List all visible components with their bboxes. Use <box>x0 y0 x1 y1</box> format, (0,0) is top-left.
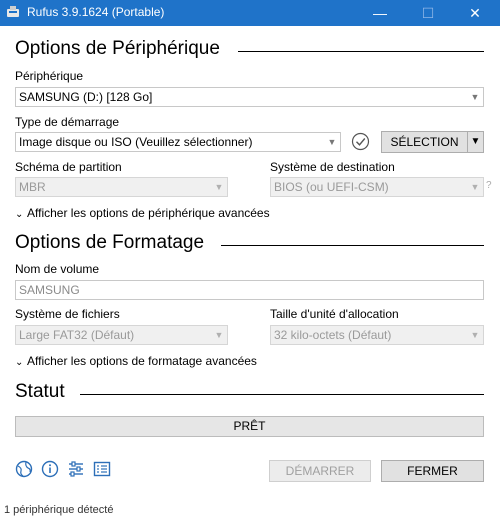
device-count-status: 1 périphérique détecté <box>4 504 114 516</box>
volume-name-input[interactable]: SAMSUNG <box>15 280 484 300</box>
target-system-value: BIOS (ou UEFI-CSM) <box>274 180 389 194</box>
section-divider <box>221 245 484 246</box>
status-heading: Statut <box>15 381 65 402</box>
start-button[interactable]: DÉMARRER <box>269 460 371 482</box>
device-options-heading: Options de Périphérique <box>15 38 220 59</box>
chevron-down-icon: ⌄ <box>15 209 24 220</box>
maximize-button[interactable]: ☐ <box>408 0 448 26</box>
rufus-app-icon <box>7 6 19 17</box>
device-advanced-toggle-label: Afficher les options de périphérique ava… <box>27 206 270 220</box>
log-icon[interactable] <box>93 460 111 478</box>
close-window-button[interactable]: ✕ <box>455 0 495 26</box>
partition-scheme-label: Schéma de partition <box>15 160 122 174</box>
chevron-down-icon: ▼ <box>214 182 224 192</box>
format-options-heading: Options de Formatage <box>15 232 205 253</box>
cluster-size-value: 32 kilo-octets (Défaut) <box>274 328 392 342</box>
target-system-label: Système de destination <box>270 160 395 174</box>
partition-scheme-select[interactable]: MBR ▼ <box>15 177 228 197</box>
close-button[interactable]: FERMER <box>381 460 484 482</box>
section-divider <box>80 394 484 395</box>
boot-type-select[interactable]: Image disque ou ISO (Veuillez sélectionn… <box>15 132 341 152</box>
volume-name-value: SAMSUNG <box>19 283 80 297</box>
device-advanced-toggle[interactable]: ⌄ Afficher les options de périphérique av… <box>15 206 270 220</box>
chevron-down-icon: ▼ <box>470 136 481 147</box>
cluster-size-label: Taille d'unité d'allocation <box>270 307 399 321</box>
file-system-select[interactable]: Large FAT32 (Défaut) ▼ <box>15 325 228 345</box>
section-divider <box>238 51 484 52</box>
cluster-size-select[interactable]: 32 kilo-octets (Défaut) ▼ <box>270 325 484 345</box>
target-system-select[interactable]: BIOS (ou UEFI-CSM) ▼ <box>270 177 484 197</box>
boot-type-value: Image disque ou ISO (Veuillez sélectionn… <box>19 135 253 149</box>
status-text: PRÊT <box>233 419 266 433</box>
sliders-icon[interactable] <box>67 460 85 478</box>
chevron-down-icon: ⌄ <box>15 357 24 368</box>
chevron-down-icon: ▼ <box>214 330 224 340</box>
globe-icon[interactable] <box>15 460 33 478</box>
chevron-down-icon: ▼ <box>327 137 337 147</box>
check-hash-icon[interactable] <box>351 132 370 151</box>
device-select[interactable]: SAMSUNG (D:) [128 Go] ▼ <box>15 87 484 107</box>
select-dropdown-button[interactable]: ▼ <box>467 131 484 153</box>
boot-type-label: Type de démarrage <box>15 115 120 129</box>
file-system-value: Large FAT32 (Défaut) <box>19 328 135 342</box>
info-icon[interactable] <box>41 460 59 478</box>
select-image-button[interactable]: SÉLECTION <box>381 131 468 153</box>
device-label: Périphérique <box>15 69 84 83</box>
partition-scheme-value: MBR <box>19 180 46 194</box>
file-system-label: Système de fichiers <box>15 307 120 321</box>
status-progress-bar: PRÊT <box>15 416 484 437</box>
device-select-value: SAMSUNG (D:) [128 Go] <box>19 90 153 104</box>
chevron-down-icon: ▼ <box>470 182 480 192</box>
minimize-button[interactable]: — <box>360 0 400 26</box>
chevron-down-icon: ▼ <box>470 92 480 102</box>
format-advanced-toggle[interactable]: ⌄ Afficher les options de formatage avanc… <box>15 354 257 368</box>
help-question-mark: ? <box>486 180 492 191</box>
title-bar: Rufus 3.9.1624 (Portable) — ☐ ✕ <box>0 0 500 26</box>
window-title: Rufus 3.9.1624 (Portable) <box>27 5 165 19</box>
chevron-down-icon: ▼ <box>470 330 480 340</box>
volume-name-label: Nom de volume <box>15 262 100 276</box>
format-advanced-toggle-label: Afficher les options de formatage avancé… <box>27 354 257 368</box>
